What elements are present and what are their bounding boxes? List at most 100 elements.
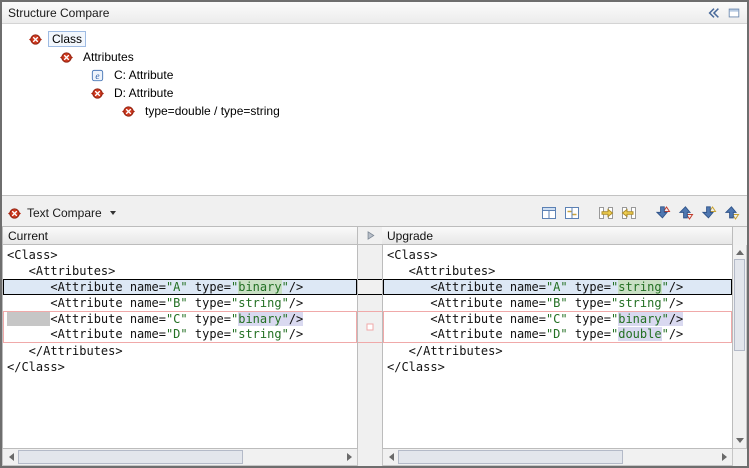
tree-item[interactable]: Attributes [2, 48, 747, 66]
previous-difference-button[interactable] [675, 203, 696, 223]
code-segment: "D" [546, 327, 568, 341]
structure-tree: ClassAttributeseC: AttributeD: Attribute… [2, 24, 747, 196]
left-scroll-right-button[interactable] [342, 449, 357, 465]
left-horizontal-scrollbar[interactable] [2, 449, 358, 466]
right-scroll-right-button[interactable] [717, 449, 732, 465]
tree-item[interactable]: Class [2, 30, 747, 48]
next-change-button[interactable] [698, 203, 719, 223]
code-segment: <Attributes> [387, 264, 495, 278]
left-pane-title: Current [8, 229, 48, 243]
code-line[interactable]: </Class> [3, 359, 357, 375]
arrow-left-icon [5, 453, 14, 461]
code-segment: "C" [166, 312, 188, 326]
left-pane[interactable]: <Class> <Attributes> <Attribute name="A"… [2, 245, 358, 449]
scroll-down-button[interactable] [733, 434, 746, 448]
code-segment: "B" [166, 296, 188, 310]
tree-item-label: type=double / type=string [141, 103, 284, 119]
code-segment: /> [669, 327, 683, 341]
horizontal-scrollbars [2, 449, 747, 466]
tree-item-label: D: Attribute [110, 85, 177, 101]
code-line[interactable]: <Attribute name="A" type="string"/> [383, 279, 732, 295]
vertical-scroll-track[interactable] [733, 259, 746, 434]
code-segment: "D" [166, 327, 188, 341]
diff-connectors [358, 245, 382, 449]
text-compare-header: Text Compare [2, 200, 747, 226]
arrow-right-icon [722, 453, 731, 461]
code-line[interactable]: <Attributes> [3, 263, 357, 279]
code-line[interactable]: </Class> [383, 359, 732, 375]
arrow-right-icon [347, 453, 356, 461]
code-line[interactable]: <Attributes> [383, 263, 732, 279]
code-segment: "A" [546, 280, 568, 294]
next-difference-button[interactable] [652, 203, 673, 223]
code-segment: type= [568, 296, 611, 310]
compare-editor-window: Structure Compare ClassAttributeseC: Att… [0, 0, 749, 468]
code-segment: "string" [231, 296, 289, 310]
code-segment: <Attributes> [7, 264, 115, 278]
copy-all-right-to-left-button[interactable] [618, 203, 639, 223]
scrollbar-gap [358, 449, 382, 466]
scrollbar-corner [733, 449, 747, 466]
right-pane-title: Upgrade [387, 229, 433, 243]
vertical-scroll-thumb[interactable] [734, 259, 745, 351]
code-segment: "string" [231, 327, 289, 341]
code-segment: </Attributes> [7, 344, 123, 358]
left-horizontal-track[interactable] [18, 449, 342, 465]
code-segment: type= [188, 312, 231, 326]
tree-item[interactable]: D: Attribute [2, 84, 747, 102]
arrow-down-icon [736, 438, 744, 447]
right-horizontal-thumb[interactable] [398, 450, 623, 464]
code-segment: binary" [618, 312, 669, 326]
code-segment: /> [669, 312, 683, 326]
code-line[interactable]: <Class> [3, 247, 357, 263]
left-scroll-left-button[interactable] [3, 449, 18, 465]
code-line[interactable]: </Attributes> [383, 343, 732, 359]
scroll-up-button[interactable] [733, 245, 746, 259]
swap-panes-button[interactable] [561, 203, 582, 223]
code-line[interactable]: </Attributes> [3, 343, 357, 359]
tree-item[interactable]: eC: Attribute [2, 66, 747, 84]
code-segment: "string" [611, 296, 669, 310]
code-segment: "C" [546, 312, 568, 326]
right-horizontal-track[interactable] [398, 449, 717, 465]
right-horizontal-scrollbar[interactable] [382, 449, 733, 466]
code-line[interactable]: <Attribute name="D" type="string"/> [3, 327, 357, 343]
conflict-icon [90, 86, 105, 101]
code-line[interactable]: <Class> [383, 247, 732, 263]
code-segment: <Attribute name= [7, 296, 166, 310]
code-segment: <Attribute name= [387, 296, 546, 310]
previous-change-button[interactable] [721, 203, 742, 223]
code-segment: string [618, 280, 661, 294]
right-pane[interactable]: <Class> <Attributes> <Attribute name="A"… [382, 245, 733, 449]
code-segment: binary" [238, 312, 289, 326]
code-segment: /> [669, 296, 683, 310]
copy-all-left-to-right-button[interactable] [595, 203, 616, 223]
code-line[interactable]: <Attribute name="B" type="string"/> [383, 295, 732, 311]
code-line[interactable]: <Attribute name="C" type="binary"/> [383, 311, 732, 327]
right-vertical-scrollbar[interactable] [733, 245, 747, 449]
structure-compare-panel: Structure Compare ClassAttributeseC: Att… [2, 2, 747, 200]
right-scroll-left-button[interactable] [383, 449, 398, 465]
code-line[interactable]: <Attribute name="A" type="binary"/> [3, 279, 357, 295]
code-segment: "A" [166, 280, 188, 294]
code-segment: /> [289, 296, 303, 310]
code-line[interactable]: <Attribute name="C" type="binary"/> [3, 311, 357, 327]
diff-handle[interactable] [367, 324, 374, 331]
code-segment: <Attribute name= [7, 327, 166, 341]
code-line[interactable]: <Attribute name="B" type="string"/> [3, 295, 357, 311]
text-compare-icon [7, 206, 22, 221]
code-segment: double [618, 327, 661, 341]
code-segment: type= [568, 280, 611, 294]
collapse-all-icon[interactable] [707, 6, 721, 20]
code-segment: type= [188, 327, 231, 341]
viewer-menu-caret-icon[interactable] [110, 211, 116, 215]
two-pane-layout-button[interactable] [538, 203, 559, 223]
compare-toolbar [538, 203, 742, 223]
left-horizontal-thumb[interactable] [18, 450, 243, 464]
maximize-panel-icon[interactable] [727, 6, 741, 20]
code-line[interactable]: <Attribute name="D" type="double"/> [383, 327, 732, 343]
code-segment: /> [669, 280, 683, 294]
tree-item[interactable]: type=double / type=string [2, 102, 747, 120]
code-segment: " [282, 280, 289, 294]
code-segment: type= [568, 327, 611, 341]
